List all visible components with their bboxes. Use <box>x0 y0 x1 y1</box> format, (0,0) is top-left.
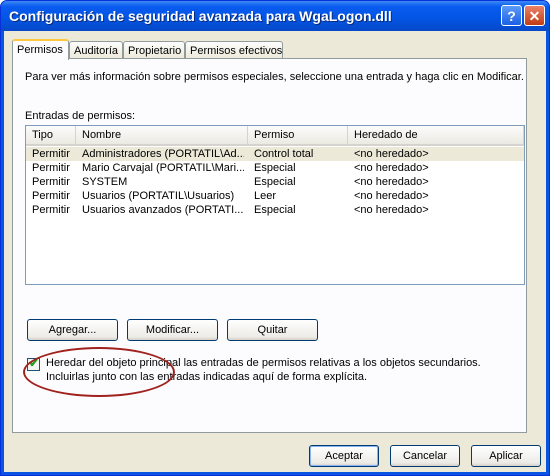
cell-tipo: Permitir <box>32 204 70 216</box>
cell-nombre: Administradores (PORTATIL\Ad... <box>82 148 244 160</box>
info-text: Para ver más información sobre permisos … <box>25 71 524 83</box>
cell-heredado: <no heredado> <box>354 148 429 160</box>
table-row[interactable]: Permitir Mario Carvajal (PORTATIL\Mari..… <box>26 161 524 175</box>
table-row[interactable]: Permitir SYSTEM Especial <no heredado> <box>26 175 524 189</box>
title-bar[interactable]: Configuración de seguridad avanzada para… <box>1 1 549 31</box>
cell-tipo: Permitir <box>32 148 70 160</box>
column-header-heredado[interactable]: Heredado de <box>348 126 524 144</box>
help-button[interactable]: ? <box>501 5 522 26</box>
cell-tipo: Permitir <box>32 176 70 188</box>
tab-permisos-efectivos[interactable]: Permisos efectivos <box>185 41 283 59</box>
cell-nombre: Usuarios avanzados (PORTATI... <box>82 204 244 216</box>
list-header: Tipo Nombre Permiso Heredado de <box>26 126 524 146</box>
cancel-button[interactable]: Cancelar <box>390 445 460 467</box>
tab-panel: Para ver más información sobre permisos … <box>12 58 527 433</box>
table-row[interactable]: Permitir Usuarios avanzados (PORTATI... … <box>26 203 524 217</box>
cell-permiso: Especial <box>254 162 296 174</box>
cell-permiso: Leer <box>254 190 277 202</box>
dialog-body: Permisos Auditoría Propietario Permisos … <box>4 31 546 472</box>
annotation-ellipse <box>23 347 175 397</box>
table-row[interactable]: Permitir Administradores (PORTATIL\Ad...… <box>26 147 524 161</box>
column-header-tipo[interactable]: Tipo <box>26 126 76 144</box>
column-header-permiso[interactable]: Permiso <box>248 126 348 144</box>
table-row[interactable]: Permitir Usuarios (PORTATIL\Usuarios) Le… <box>26 189 524 203</box>
window-title: Configuración de seguridad avanzada para… <box>9 8 392 24</box>
cell-nombre: Mario Carvajal (PORTATIL\Mari... <box>82 162 244 174</box>
cell-heredado: <no heredado> <box>354 176 429 188</box>
edit-button[interactable]: Modificar... <box>127 319 218 341</box>
apply-button[interactable]: Aplicar <box>471 445 541 467</box>
cell-nombre: SYSTEM <box>82 176 128 188</box>
dialog-window: Configuración de seguridad avanzada para… <box>0 0 550 476</box>
cell-tipo: Permitir <box>32 190 70 202</box>
cell-heredado: <no heredado> <box>354 190 429 202</box>
remove-button[interactable]: Quitar <box>227 319 318 341</box>
close-button[interactable]: ✕ <box>524 5 545 26</box>
cell-tipo: Permitir <box>32 162 70 174</box>
entries-label: Entradas de permisos: <box>25 110 136 122</box>
add-button[interactable]: Agregar... <box>27 319 118 341</box>
ok-button[interactable]: Aceptar <box>309 445 379 467</box>
help-icon: ? <box>507 8 516 24</box>
tab-auditoria[interactable]: Auditoría <box>69 41 123 59</box>
cell-heredado: <no heredado> <box>354 204 429 216</box>
tab-permisos[interactable]: Permisos <box>12 39 69 60</box>
cell-permiso: Especial <box>254 204 296 216</box>
permission-entries-list[interactable]: Tipo Nombre Permiso Heredado de Permitir… <box>25 125 525 285</box>
tab-propietario[interactable]: Propietario <box>123 41 185 59</box>
cell-nombre: Usuarios (PORTATIL\Usuarios) <box>82 190 235 202</box>
column-header-nombre[interactable]: Nombre <box>76 126 248 144</box>
close-icon: ✕ <box>528 8 541 24</box>
cell-permiso: Control total <box>254 148 314 160</box>
cell-heredado: <no heredado> <box>354 162 429 174</box>
cell-permiso: Especial <box>254 176 296 188</box>
